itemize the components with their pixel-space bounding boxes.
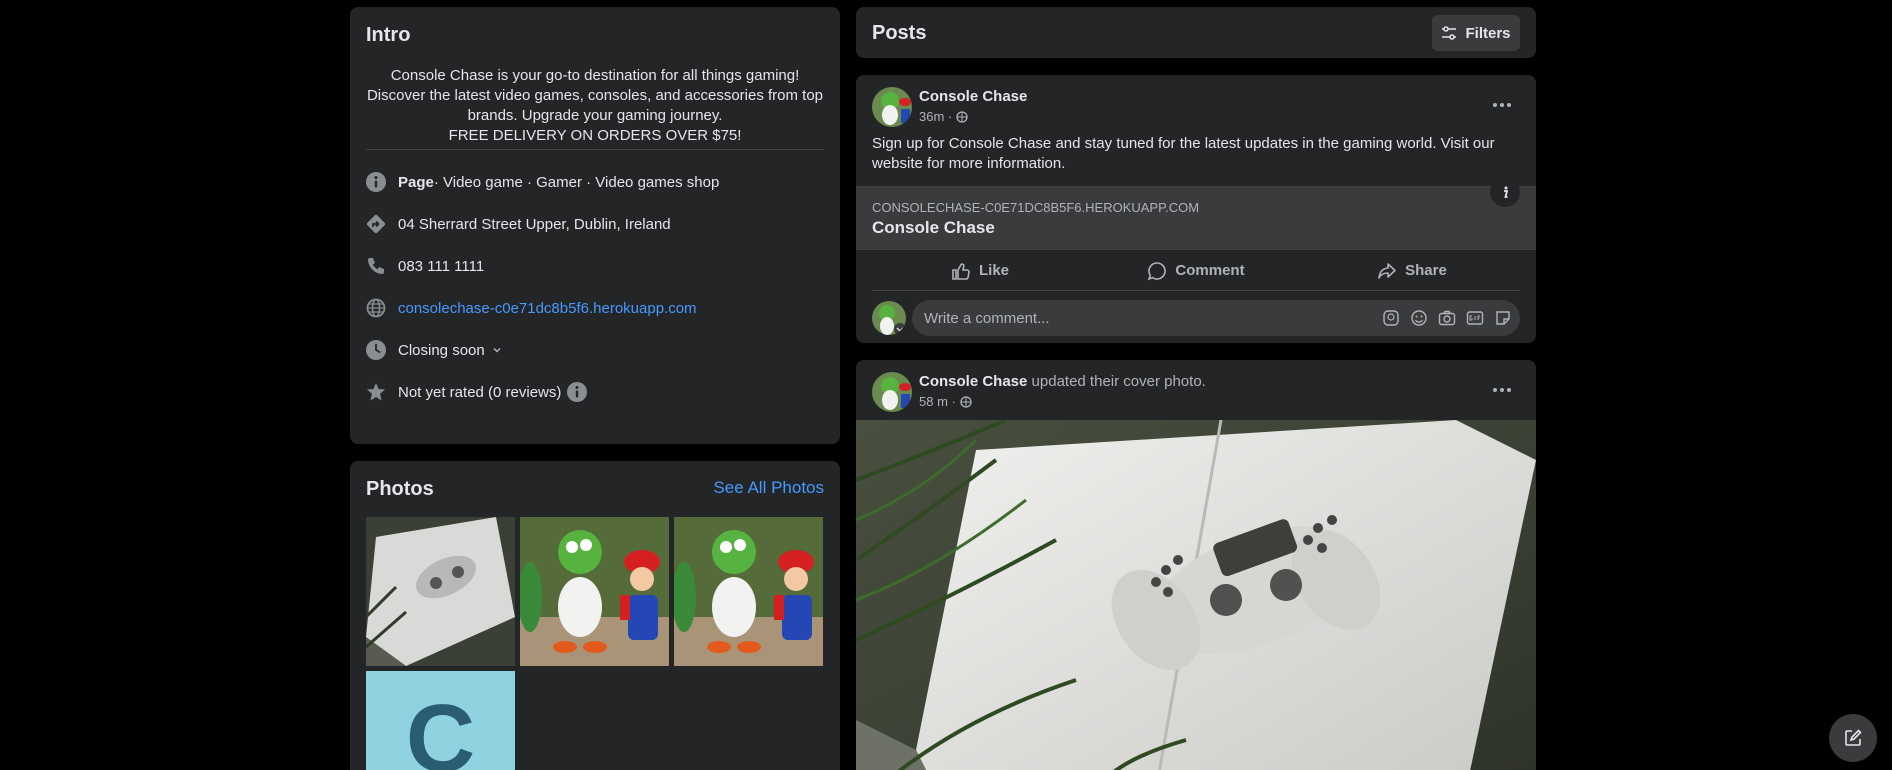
comment-tools [1372, 309, 1512, 327]
intro-title: Intro [366, 24, 411, 46]
link-title: Console Chase [872, 218, 995, 237]
intro-description-line: Console Chase is your go-to destination … [390, 67, 800, 84]
clock-icon [366, 340, 386, 360]
intro-description-line: brands. Upgrade your gaming journey. [467, 107, 723, 124]
photo-thumbnail[interactable] [366, 517, 515, 666]
rating-row: Not yet rated (0 reviews) [366, 380, 588, 404]
post-actions: Like Comment Share [872, 251, 1520, 291]
post: Console Chase 36m · Sign up for Console … [856, 75, 1536, 343]
sticker-icon[interactable] [1494, 309, 1512, 327]
directions-icon [366, 214, 386, 234]
address-row: 04 Sherrard Street Upper, Dublin, Irelan… [366, 212, 671, 236]
filters-label: Filters [1465, 24, 1511, 42]
see-all-photos-link[interactable]: See All Photos [713, 478, 824, 498]
avatar[interactable] [872, 301, 906, 335]
link-preview[interactable]: CONSOLECHASE-C0E71DC8B5F6.HEROKUAPP.COM … [856, 186, 1536, 250]
photo-thumbnail[interactable] [520, 517, 669, 666]
info-icon[interactable] [567, 382, 588, 402]
yoshi-mario-photo [520, 517, 669, 666]
globe-icon [956, 110, 968, 123]
emoji-icon[interactable] [1410, 309, 1428, 327]
compose-icon [1845, 729, 1862, 746]
intro-description-line: Discover the latest video games, console… [366, 87, 824, 104]
photo-thumbnail[interactable] [674, 517, 823, 666]
page-category-row: Page · Video game · Gamer · Video games … [366, 170, 719, 194]
yoshi-mario-photo [674, 517, 823, 666]
photo-thumbnail[interactable]: C [366, 671, 515, 770]
globe-icon [366, 298, 386, 318]
intro-description: Console Chase is your go-to destination … [366, 66, 824, 146]
compose-message-button[interactable] [1829, 714, 1877, 762]
camera-icon[interactable] [1438, 309, 1456, 327]
controller-photo [856, 420, 1536, 770]
globe-icon [960, 395, 972, 408]
page-label: Page [398, 173, 434, 191]
photos-card: Photos See All Photos C [350, 461, 840, 770]
address-text: 04 Sherrard Street Upper, Dublin, Irelan… [398, 215, 671, 233]
post-meta: 36m · [919, 109, 968, 124]
post-author[interactable]: Console Chase [919, 88, 1027, 105]
posts-header-card: Posts Filters [856, 7, 1536, 58]
cover-photo[interactable] [856, 420, 1536, 770]
avatar[interactable] [872, 87, 912, 127]
post-text: Sign up for Console Chase and stay tuned… [872, 135, 1495, 172]
comment-icon [1148, 261, 1167, 280]
info-icon [366, 172, 386, 192]
hours-text: Closing soon [398, 341, 485, 359]
post-author: Console Chase updated their cover photo. [919, 373, 1206, 390]
gif-icon[interactable] [1466, 309, 1484, 327]
comment-button[interactable]: Comment [1088, 251, 1304, 290]
posts-title: Posts [872, 22, 927, 44]
more-options-icon[interactable] [1484, 372, 1520, 408]
website-row[interactable]: consolechase-c0e71dc8b5f6.herokuapp.com [366, 296, 697, 320]
share-label: Share [1405, 262, 1447, 279]
chevron-down-icon[interactable] [491, 344, 503, 356]
photos-title: Photos [366, 478, 434, 500]
website-link[interactable]: consolechase-c0e71dc8b5f6.herokuapp.com [398, 300, 697, 317]
phone-icon [368, 258, 384, 274]
share-button[interactable]: Share [1304, 251, 1520, 290]
post-action-text: updated their cover photo. [1027, 373, 1206, 390]
more-options-icon[interactable] [1484, 87, 1520, 123]
info-icon[interactable] [1490, 177, 1520, 207]
avatar-sticker-icon[interactable] [1382, 309, 1400, 327]
post-time[interactable]: 58 m · [919, 394, 956, 409]
phone-text: 083 111 1111 [398, 257, 485, 275]
intro-card: Intro Console Chase is your go-to destin… [350, 7, 840, 444]
page-categories: · Video game · Gamer · Video games shop [433, 173, 720, 191]
comment-composer: Write a comment... [872, 300, 1520, 336]
post: Console Chase updated their cover photo.… [856, 360, 1536, 770]
intro-description-line: FREE DELIVERY ON ORDERS OVER $75! [448, 127, 742, 144]
author-name[interactable]: Console Chase [919, 88, 1027, 105]
comment-placeholder: Write a comment... [924, 309, 1050, 327]
phone-row: 083 111 1111 [366, 254, 484, 278]
post-time[interactable]: 36m · [919, 109, 952, 124]
like-label: Like [978, 262, 1009, 279]
controller-photo [366, 517, 515, 666]
share-icon [1378, 262, 1396, 279]
filters-button[interactable]: Filters [1432, 15, 1520, 51]
intro-divider [366, 149, 824, 150]
like-button[interactable]: Like [872, 251, 1088, 290]
star-icon [367, 383, 385, 401]
filters-icon [1442, 26, 1457, 40]
comment-label: Comment [1175, 262, 1245, 279]
hours-row[interactable]: Closing soon [366, 338, 503, 362]
avatar[interactable] [872, 372, 912, 412]
thumbs-up-icon [952, 262, 970, 280]
post-meta: 58 m · [919, 394, 972, 409]
rating-text: Not yet rated (0 reviews) [398, 383, 562, 401]
letter-tile: C [405, 685, 476, 770]
link-domain: CONSOLECHASE-C0E71DC8B5F6.HEROKUAPP.COM [872, 200, 1200, 215]
author-name[interactable]: Console Chase [919, 373, 1027, 390]
